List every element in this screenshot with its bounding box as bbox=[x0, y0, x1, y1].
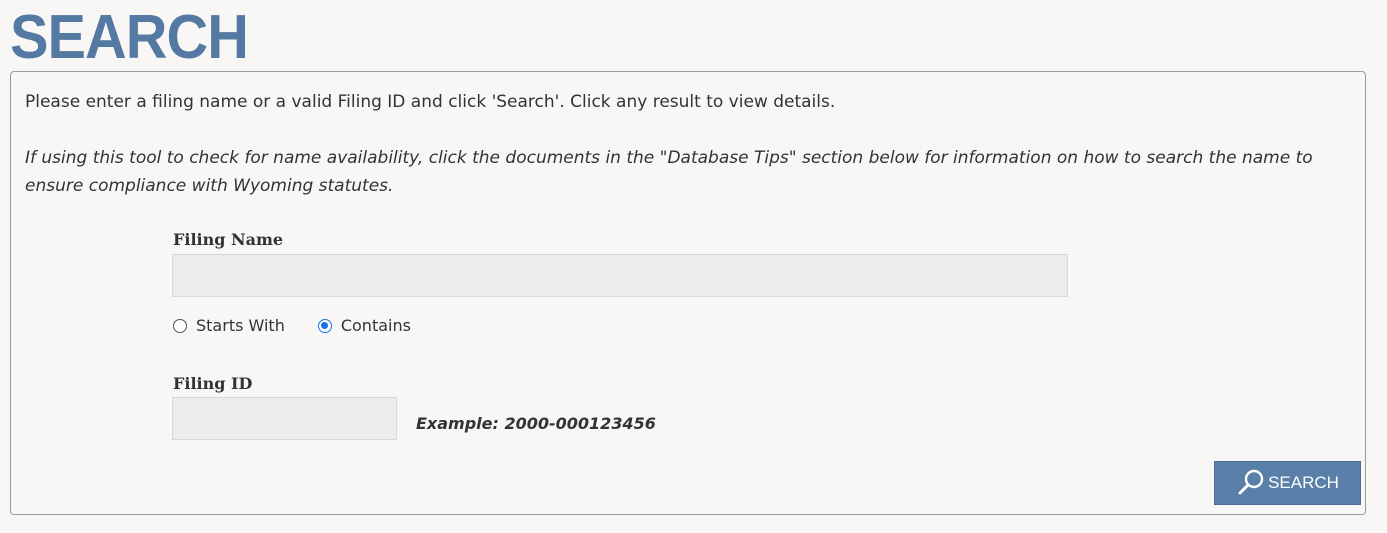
search-button[interactable]: SEARCH bbox=[1214, 461, 1361, 505]
contains-radio[interactable] bbox=[317, 318, 332, 333]
starts-with-label: Starts With bbox=[196, 316, 285, 335]
contains-option[interactable]: Contains bbox=[317, 316, 411, 335]
match-type-radio-group: Starts With Contains bbox=[173, 316, 411, 335]
search-panel: Please enter a filing name or a valid Fi… bbox=[10, 71, 1366, 515]
search-icon bbox=[1236, 468, 1266, 498]
page-title: SEARCH bbox=[10, 3, 249, 72]
contains-label: Contains bbox=[340, 316, 411, 335]
filing-id-input[interactable] bbox=[172, 397, 397, 440]
search-instructions: Please enter a filing name or a valid Fi… bbox=[25, 92, 836, 112]
search-button-label: SEARCH bbox=[1268, 473, 1339, 492]
filing-id-label: Filing ID bbox=[173, 374, 253, 393]
starts-with-option[interactable]: Starts With bbox=[173, 316, 285, 335]
name-availability-tip: If using this tool to check for name ava… bbox=[25, 148, 1313, 196]
filing-name-label: Filing Name bbox=[173, 230, 284, 249]
filing-id-example: Example: 2000-000123456 bbox=[416, 414, 656, 433]
starts-with-radio[interactable] bbox=[173, 318, 187, 333]
filing-name-input[interactable] bbox=[172, 254, 1068, 297]
